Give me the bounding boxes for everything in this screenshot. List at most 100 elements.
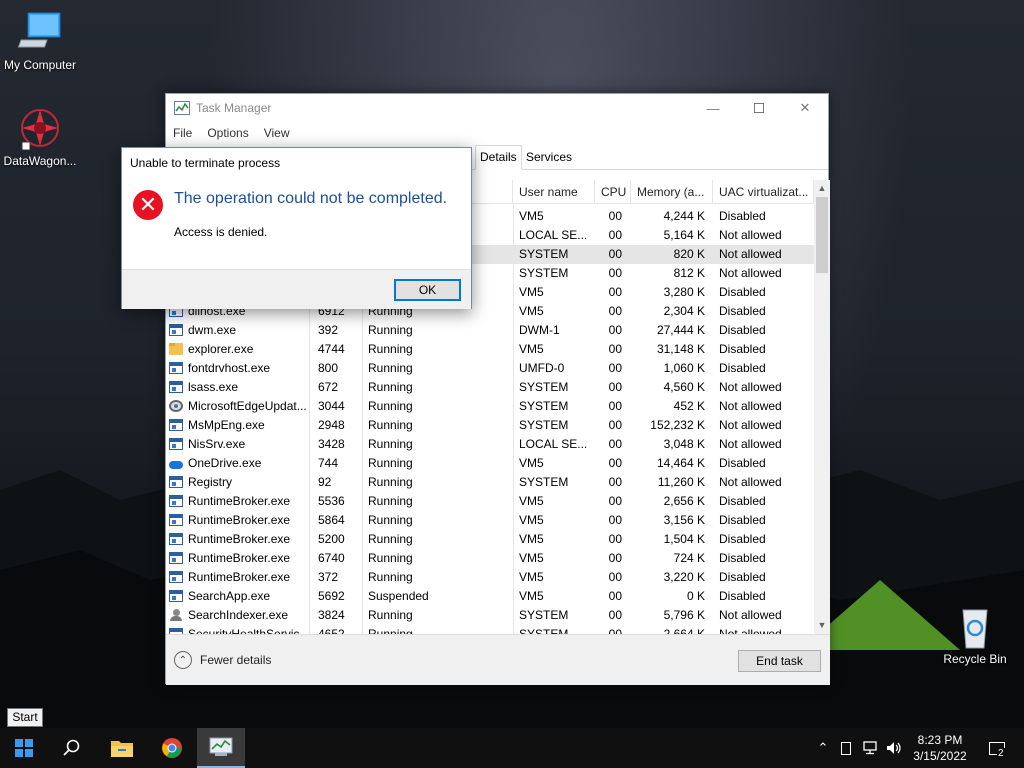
cell-status: Suspended [368, 589, 429, 603]
minimize-button[interactable]: — [690, 94, 736, 122]
table-row[interactable]: SecurityHealthServic... 4652 Running SYSTEM… [166, 625, 814, 634]
cell-memory: 31,148 K [656, 342, 705, 356]
volume-icon [887, 742, 901, 754]
cell-name: dwm.exe [188, 323, 237, 337]
window-title: Task Manager [196, 101, 272, 115]
close-button[interactable]: ✕ [782, 94, 828, 122]
cell-user: SYSTEM [519, 380, 569, 394]
close-icon: ✕ [799, 100, 811, 115]
cell-cpu: 00 [608, 456, 622, 470]
cell-status: Running [368, 418, 413, 432]
column-header-memory[interactable]: Memory (a... [631, 180, 713, 204]
table-row[interactable]: RuntimeBroker.exe 5536 Running VM5 00 2,656 K… [166, 492, 814, 511]
table-row[interactable]: dwm.exe 392 Running DWM-1 00 27,444 K Disabled [166, 321, 814, 340]
cell-user: DWM-1 [519, 323, 560, 337]
vertical-scrollbar[interactable]: ▲ ▼ [814, 180, 830, 634]
table-row[interactable]: RuntimeBroker.exe 5200 Running VM5 00 1,504 K… [166, 530, 814, 549]
cell-name: Registry [188, 475, 233, 489]
search-button[interactable] [48, 728, 96, 768]
table-row[interactable]: SearchApp.exe 5692 Suspended VM5 00 0 K Disabl… [166, 587, 814, 606]
cell-status: Running [368, 342, 413, 356]
table-row[interactable]: RuntimeBroker.exe 6740 Running VM5 00 724 K Di… [166, 549, 814, 568]
windows-logo-icon [15, 739, 33, 757]
tray-tablet[interactable] [836, 728, 856, 768]
error-dialog[interactable]: Unable to terminate process ✕ The operat… [121, 147, 472, 309]
start-tooltip: Start [7, 708, 43, 727]
maximize-button[interactable] [736, 94, 782, 122]
cell-memory: 4,560 K [663, 380, 705, 394]
cell-memory: 0 K [686, 589, 705, 603]
column-header-cpu[interactable]: CPU [595, 180, 631, 204]
cell-cpu: 00 [608, 418, 622, 432]
tab-details[interactable]: Details [475, 145, 522, 170]
show-hidden-icons-button[interactable]: ⌃ [812, 728, 834, 768]
taskbar-clock[interactable]: 8:23 PM 3/15/2022 [905, 732, 975, 764]
cell-cpu: 00 [608, 475, 622, 489]
taskbar-chrome[interactable] [148, 728, 196, 768]
cell-user: VM5 [519, 589, 544, 603]
column-header-user-name[interactable]: User name [513, 180, 595, 204]
table-row[interactable]: RuntimeBroker.exe 372 Running VM5 00 3,220 K D… [166, 568, 814, 587]
tray-network[interactable] [860, 728, 882, 768]
scroll-down-arrow-icon[interactable]: ▼ [814, 617, 830, 634]
start-button[interactable] [0, 728, 48, 768]
cell-user: VM5 [519, 209, 544, 223]
cell-status: Running [368, 494, 413, 508]
table-row[interactable]: RuntimeBroker.exe 5864 Running VM5 00 3,156 K… [166, 511, 814, 530]
cell-name: RuntimeBroker.exe [188, 532, 291, 546]
cell-user: SYSTEM [519, 247, 569, 261]
table-row[interactable]: Registry 92 Running SYSTEM 00 11,260 K Not all… [166, 473, 814, 492]
cell-memory: 452 K [673, 399, 705, 413]
cell-memory: 5,796 K [663, 608, 705, 622]
ok-button[interactable]: OK [394, 279, 461, 301]
taskbar-task-manager[interactable] [197, 728, 245, 768]
table-row[interactable]: lsass.exe 672 Running SYSTEM 00 4,560 K Not al… [166, 378, 814, 397]
cell-cpu: 00 [608, 247, 622, 261]
menu-view[interactable]: View [264, 126, 290, 140]
table-row[interactable]: explorer.exe 4744 Running VM5 00 31,148 K Disa… [166, 340, 814, 359]
table-row[interactable]: fontdrvhost.exe 800 Running UMFD-0 00 1,060 K… [166, 359, 814, 378]
cell-pid: 672 [318, 380, 339, 394]
cell-status: Running [368, 475, 413, 489]
cell-name: lsass.exe [188, 380, 239, 394]
cell-status: Running [368, 399, 413, 413]
desktop-icon-datawagon[interactable]: DataWagon... [0, 106, 80, 168]
cell-cpu: 00 [608, 399, 622, 413]
menu-options[interactable]: Options [207, 126, 248, 140]
taskbar-file-explorer[interactable] [98, 728, 146, 768]
title-bar[interactable]: Task Manager — ✕ [166, 94, 828, 122]
cell-memory: 27,444 K [656, 323, 705, 337]
cell-uac: Not allowed [719, 399, 782, 413]
dialog-main-instruction: The operation could not be completed. [174, 190, 448, 207]
computer-icon [16, 10, 64, 56]
cell-uac: Disabled [719, 304, 766, 318]
error-icon: ✕ [133, 190, 163, 220]
table-row[interactable]: SearchIndexer.exe 3824 Running SYSTEM 00 5,79… [166, 606, 814, 625]
cell-pid: 800 [318, 361, 339, 375]
desktop-icon-my-computer[interactable]: My Computer [0, 10, 80, 72]
cell-pid: 372 [318, 570, 339, 584]
cell-status: Running [368, 551, 413, 565]
tab-services[interactable]: Services [522, 146, 576, 170]
cell-uac: Not allowed [719, 627, 782, 634]
table-row[interactable]: NisSrv.exe 3428 Running LOCAL SE... 00 3,048 … [166, 435, 814, 454]
table-row[interactable]: MicrosoftEdgeUpdat... 3044 Running SYSTEM 00… [166, 397, 814, 416]
action-center-button[interactable]: 2 [982, 728, 1012, 768]
table-row[interactable]: MsMpEng.exe 2948 Running SYSTEM 00 152,232 K N… [166, 416, 814, 435]
cell-status: Running [368, 570, 413, 584]
cell-pid: 2948 [318, 418, 345, 432]
fewer-details-button[interactable]: ⌃ Fewer details [174, 651, 271, 669]
desktop-icon-recycle-bin[interactable]: Recycle Bin [935, 604, 1015, 666]
cell-user: VM5 [519, 285, 544, 299]
scroll-up-arrow-icon[interactable]: ▲ [814, 180, 830, 197]
cell-uac: Not allowed [719, 437, 782, 451]
tray-volume[interactable] [884, 728, 904, 768]
menu-file[interactable]: File [173, 126, 192, 140]
cell-cpu: 00 [608, 627, 622, 634]
scrollbar-thumb[interactable] [816, 197, 828, 273]
end-task-button[interactable]: End task [738, 650, 821, 672]
column-header-uac-virtualization[interactable]: UAC virtualizat... [713, 180, 814, 204]
cell-name: OneDrive.exe [188, 456, 262, 470]
table-row[interactable]: OneDrive.exe 744 Running VM5 00 14,464 K Disab… [166, 454, 814, 473]
chevron-up-icon: ⌃ [174, 651, 192, 669]
